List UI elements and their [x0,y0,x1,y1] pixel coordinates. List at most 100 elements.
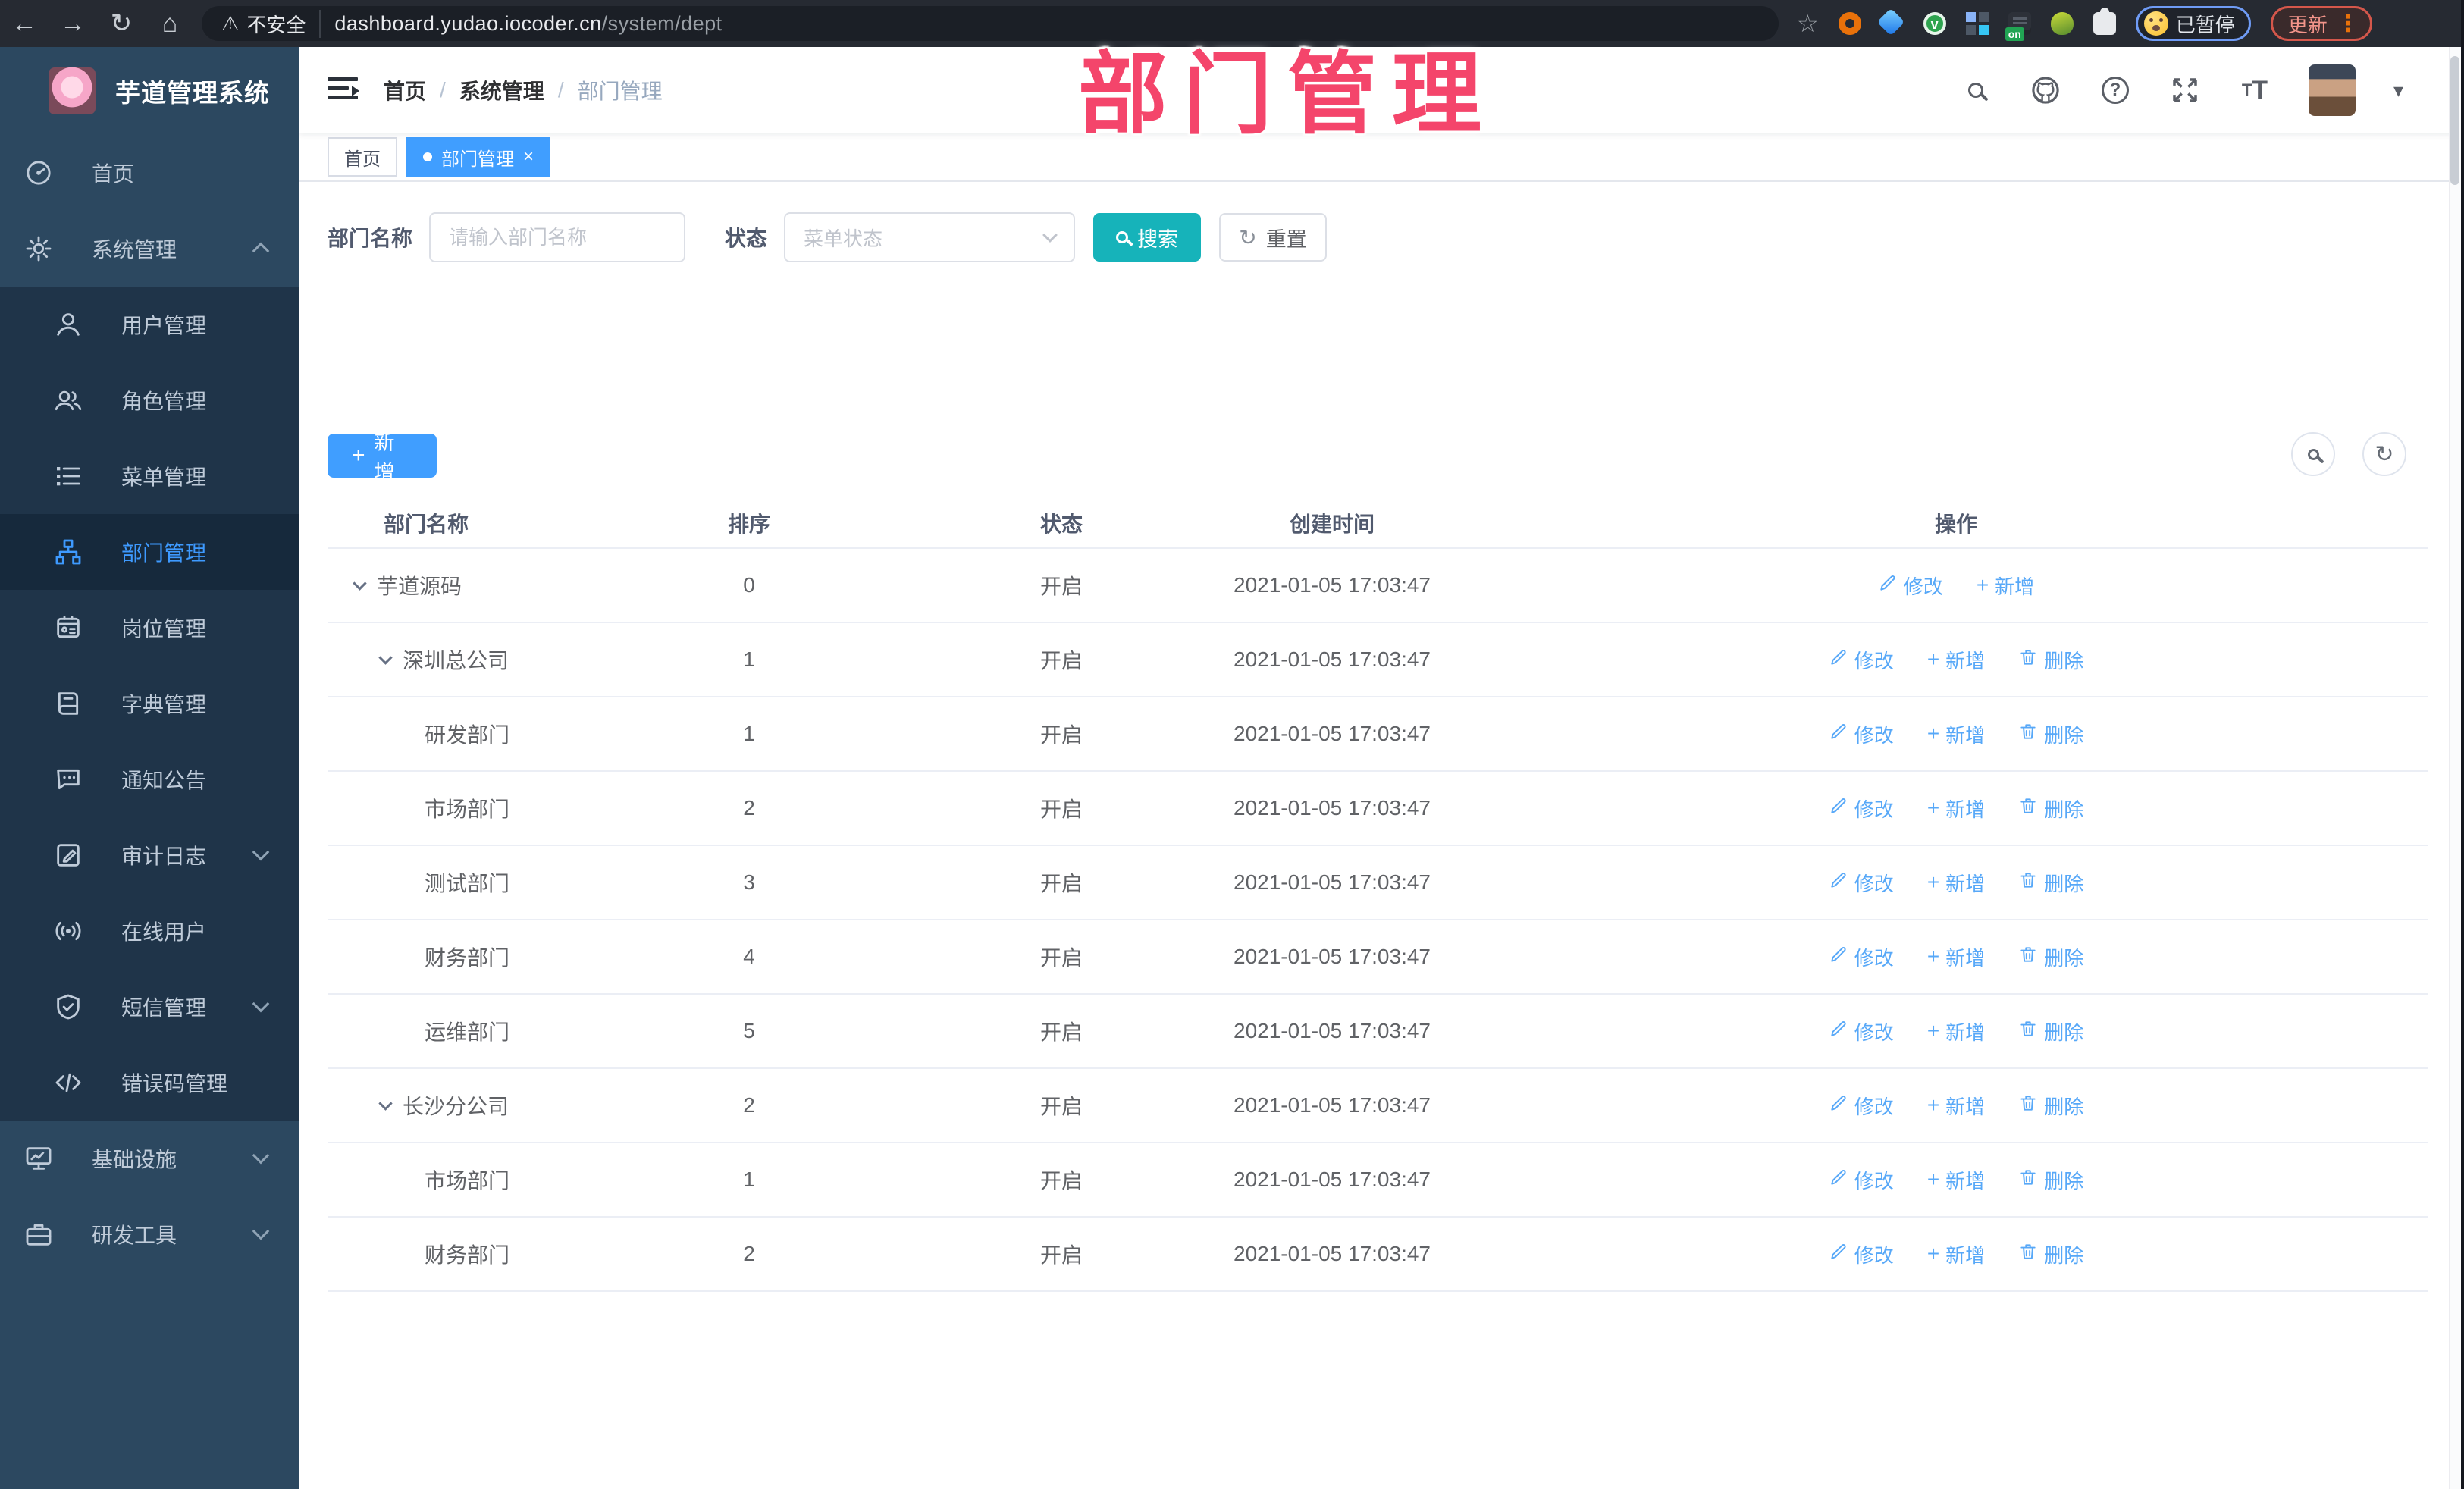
toggle-search-button[interactable] [2291,432,2335,476]
extension-icon[interactable] [1965,12,1989,35]
delete-link[interactable]: 删除 [2018,1166,2083,1194]
back-icon[interactable]: ← [0,9,49,39]
home-icon[interactable]: ⌂ [146,9,194,39]
page-scrollbar[interactable] [2449,47,2461,1489]
security-label[interactable]: 不安全 [246,9,321,38]
add-link[interactable]: + 新增 [1927,869,1985,897]
dept-name-cell: 财务部门 [425,1243,510,1267]
delete-link[interactable]: 删除 [2018,1017,2083,1045]
user-avatar[interactable] [2308,64,2356,116]
table-row: 市场部门 1 开启 2021-01-05 17:03:47 修改 + 新增 删除 [328,1143,2428,1218]
edit-link[interactable]: 修改 [1878,572,1943,600]
sidebar-item-label: 菜单管理 [121,466,207,489]
add-button[interactable]: + 新增 [328,431,437,484]
add-link[interactable]: + 新增 [1927,795,1985,823]
search-icon[interactable] [1960,74,1992,106]
delete-link[interactable]: 删除 [2018,795,2083,823]
add-link[interactable]: + 新增 [1927,1017,1985,1045]
edit-link[interactable]: 修改 [1829,1017,1894,1045]
edit-link[interactable]: 修改 [1829,795,1894,823]
sidebar-item-2[interactable]: 用户管理 [0,287,299,362]
edit-icon [1829,1019,1848,1044]
sidebar-item-10[interactable]: 在线用户 [0,893,299,969]
extension-icon[interactable] [1838,12,1861,35]
refresh-table-button[interactable]: ↻ [2362,432,2406,476]
sidebar-item-4[interactable]: 菜单管理 [0,438,299,514]
created-cell: 2021-01-05 17:03:47 [1234,722,1431,745]
expand-chevron-icon[interactable] [378,650,393,665]
forward-icon[interactable]: → [49,9,97,39]
add-link[interactable]: + 新增 [1927,1166,1985,1194]
sidebar-item-11[interactable]: 短信管理 [0,969,299,1045]
breadcrumb-system[interactable]: 系统管理 [459,75,544,105]
sidebar-item-7[interactable]: 字典管理 [0,666,299,741]
sidebar-item-14[interactable]: 研发工具 [0,1196,299,1272]
col-status: 状态 [1039,513,1083,536]
reset-button[interactable]: ↻ 重置 [1219,213,1328,262]
edit-link[interactable]: 修改 [1829,1166,1894,1194]
sidebar-item-8[interactable]: 通知公告 [0,741,299,817]
status-cell: 开启 [1039,1243,1083,1267]
fullscreen-icon[interactable] [2169,74,2201,106]
reload-icon[interactable]: ↻ [97,8,146,39]
delete-link[interactable]: 删除 [2018,1092,2083,1120]
chevron-down-icon [252,1146,270,1165]
sidebar-item-12[interactable]: 错误码管理 [0,1045,299,1121]
breadcrumb-home[interactable]: 首页 [384,75,426,105]
edit-icon [1829,1093,1848,1118]
scrollbar-thumb[interactable] [2450,56,2459,185]
address-bar[interactable]: ⚠ 不安全 dashboard.yudao.iocoder.cn/system/… [202,6,1779,41]
delete-link[interactable]: 删除 [2018,720,2083,748]
edit-link[interactable]: 修改 [1829,720,1894,748]
menu-dots-icon[interactable]: ⋮ [2337,11,2359,37]
sidebar-item-6[interactable]: 岗位管理 [0,590,299,666]
delete-link[interactable]: 删除 [2018,1240,2083,1268]
hamburger-icon[interactable] [328,77,359,103]
help-icon[interactable]: ? [2099,74,2131,106]
add-link[interactable]: + 新增 [1927,943,1985,971]
delete-link[interactable]: 删除 [2018,943,2083,971]
expand-chevron-icon[interactable] [378,1096,393,1111]
edit-link[interactable]: 修改 [1829,1240,1894,1268]
profile-paused-badge[interactable]: 已暂停 [2135,6,2251,41]
edit-link[interactable]: 修改 [1829,646,1894,674]
add-link[interactable]: + 新增 [1927,720,1985,748]
add-link[interactable]: + 新增 [1927,1092,1985,1120]
sidebar-item-13[interactable]: 基础设施 [0,1121,299,1196]
github-icon[interactable] [2030,74,2061,106]
add-link[interactable]: + 新增 [1927,646,1985,674]
search-button[interactable]: 搜索 [1093,213,1202,262]
expand-chevron-icon[interactable] [353,575,367,591]
app-logo-row[interactable]: 芋道管理系统 [0,47,299,135]
sidebar-item-5[interactable]: 部门管理 [0,514,299,590]
devtool-icon [24,1219,54,1249]
sidebar-item-1[interactable]: 系统管理 [0,211,299,287]
sidebar-item-3[interactable]: 角色管理 [0,362,299,438]
avatar-caret-icon[interactable]: ▾ [2393,79,2403,102]
tab-部门管理[interactable]: 部门管理 × [406,137,551,177]
add-link[interactable]: + 新增 [1977,572,2034,600]
dept-name-input[interactable] [429,212,686,262]
order-cell: 1 [743,722,755,745]
extensions-puzzle-icon[interactable] [2093,8,2116,35]
edit-link[interactable]: 修改 [1829,1092,1894,1120]
extension-icon[interactable]: v [1923,12,1946,35]
sidebar-item-9[interactable]: 审计日志 [0,817,299,893]
font-size-icon[interactable]: TT [2239,74,2271,106]
bookmark-star-icon[interactable]: ☆ [1797,9,1819,38]
edit-link[interactable]: 修改 [1829,943,1894,971]
delete-link[interactable]: 删除 [2018,646,2083,674]
edit-link[interactable]: 修改 [1829,869,1894,897]
sidebar-item-0[interactable]: 首页 [0,135,299,211]
tab-首页[interactable]: 首页 [328,137,397,177]
extension-icon[interactable] [2050,12,2074,35]
sidebar-item-label: 通知公告 [121,769,207,792]
status-select[interactable]: 菜单状态 [784,212,1076,262]
add-link[interactable]: + 新增 [1927,1240,1985,1268]
delete-link[interactable]: 删除 [2018,869,2083,897]
extension-icon[interactable]: on [2005,12,2031,41]
sidebar: 芋道管理系统 首页 系统管理 用户管理 角色管理 菜单管理 部门管理 岗位管理 … [0,47,299,1489]
extension-icon[interactable] [1876,8,1905,36]
chrome-update-button[interactable]: 更新 ⋮ [2270,6,2372,41]
close-tab-icon[interactable]: × [523,146,534,168]
